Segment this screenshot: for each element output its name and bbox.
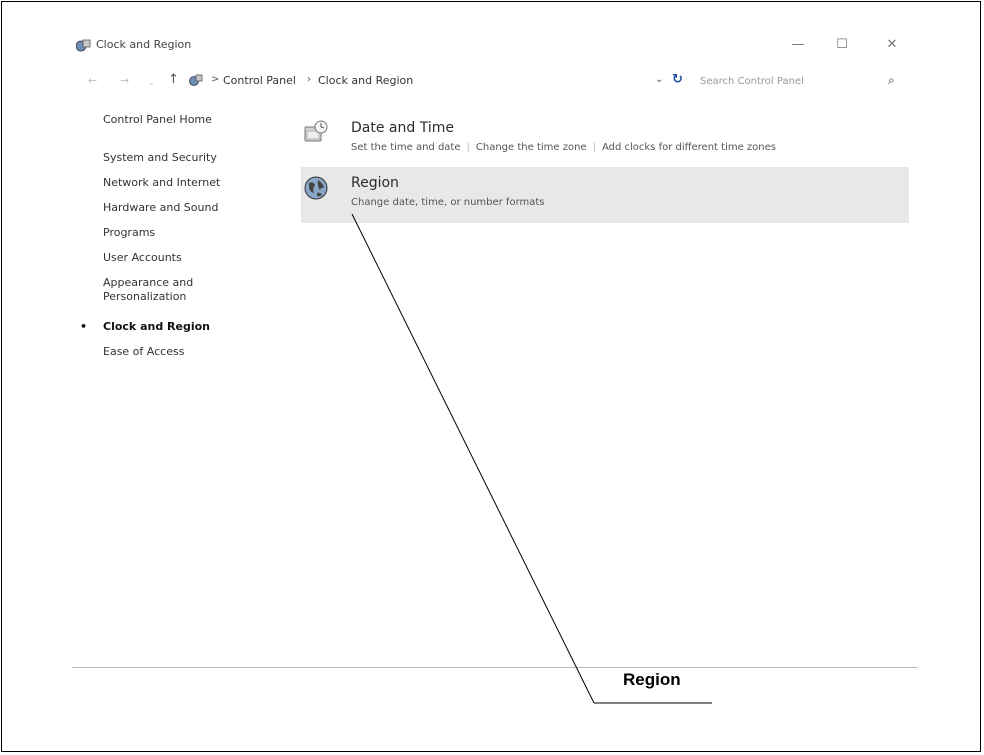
callout-label: Region bbox=[623, 670, 681, 689]
sidebar-item-system-and-security[interactable]: System and Security bbox=[103, 151, 217, 165]
sidebar-item-hardware-and-sound[interactable]: Hardware and Sound bbox=[103, 201, 218, 215]
breadcrumb-clock-and-region[interactable]: Clock and Region bbox=[318, 74, 413, 87]
search-icon[interactable]: ⌕ bbox=[888, 73, 895, 88]
refresh-icon[interactable]: ↻ bbox=[672, 72, 683, 87]
control-panel-window: Clock and Region — ☐ ✕ ← → ⌄ ↑ > Control… bbox=[72, 33, 918, 668]
sidebar-item-programs[interactable]: Programs bbox=[103, 226, 155, 240]
close-button[interactable]: ✕ bbox=[878, 35, 906, 55]
clock-icon bbox=[304, 120, 328, 142]
sidebar-item-label: Appearance and bbox=[103, 276, 194, 289]
sidebar-item-label: Personalization bbox=[103, 290, 187, 303]
title-bar: Clock and Region — ☐ ✕ bbox=[72, 33, 918, 61]
back-arrow-icon[interactable]: ← bbox=[88, 74, 97, 88]
sidebar-item-clock-and-region[interactable]: • Clock and Region bbox=[80, 320, 210, 334]
control-panel-icon bbox=[189, 74, 203, 86]
link-divider: | bbox=[466, 142, 470, 153]
sidebar-item-ease-of-access[interactable]: Ease of Access bbox=[103, 345, 184, 359]
category-date-and-time: Date and Time Set the time and date | Chan… bbox=[301, 115, 909, 171]
link-divider: | bbox=[592, 142, 596, 153]
maximize-button[interactable]: ☐ bbox=[828, 35, 856, 55]
region-title[interactable]: Region bbox=[351, 175, 399, 191]
sidebar-item-user-accounts[interactable]: User Accounts bbox=[103, 251, 182, 265]
category-region[interactable]: Region Change date, time, or number form… bbox=[301, 167, 909, 223]
up-arrow-icon[interactable]: ↑ bbox=[168, 72, 179, 87]
search-input[interactable] bbox=[692, 73, 898, 89]
minimize-button[interactable]: — bbox=[784, 35, 812, 55]
breadcrumb-separator: > bbox=[211, 74, 220, 85]
change-formats-link[interactable]: Change date, time, or number formats bbox=[351, 197, 545, 208]
recent-dropdown-icon[interactable]: ⌄ bbox=[148, 76, 155, 90]
window-title: Clock and Region bbox=[96, 38, 192, 51]
date-and-time-links: Set the time and date | Change the time zo… bbox=[351, 142, 776, 153]
breadcrumb-separator[interactable]: › bbox=[307, 74, 311, 85]
sidebar-item-appearance-and-personalization[interactable]: Appearance and Personalization bbox=[103, 276, 193, 304]
clock-region-icon bbox=[76, 39, 91, 52]
region-links: Change date, time, or number formats bbox=[351, 197, 545, 208]
chevron-down-icon[interactable]: ⌄ bbox=[655, 74, 663, 85]
forward-arrow-icon[interactable]: → bbox=[120, 74, 129, 88]
sidebar-item-network-and-internet[interactable]: Network and Internet bbox=[103, 176, 220, 190]
breadcrumb-control-panel[interactable]: Control Panel bbox=[223, 74, 296, 87]
date-and-time-title[interactable]: Date and Time bbox=[351, 120, 454, 136]
active-bullet-icon: • bbox=[80, 320, 88, 333]
globe-icon bbox=[304, 176, 328, 200]
address-bar: ← → ⌄ ↑ > Control Panel › Clock and Regi… bbox=[72, 71, 918, 93]
set-time-and-date-link[interactable]: Set the time and date bbox=[351, 142, 461, 153]
change-time-zone-link[interactable]: Change the time zone bbox=[476, 142, 587, 153]
sidebar-item-label: Clock and Region bbox=[103, 320, 210, 333]
sidebar-item-control-panel-home[interactable]: Control Panel Home bbox=[103, 113, 212, 127]
add-clocks-link[interactable]: Add clocks for different time zones bbox=[602, 142, 776, 153]
